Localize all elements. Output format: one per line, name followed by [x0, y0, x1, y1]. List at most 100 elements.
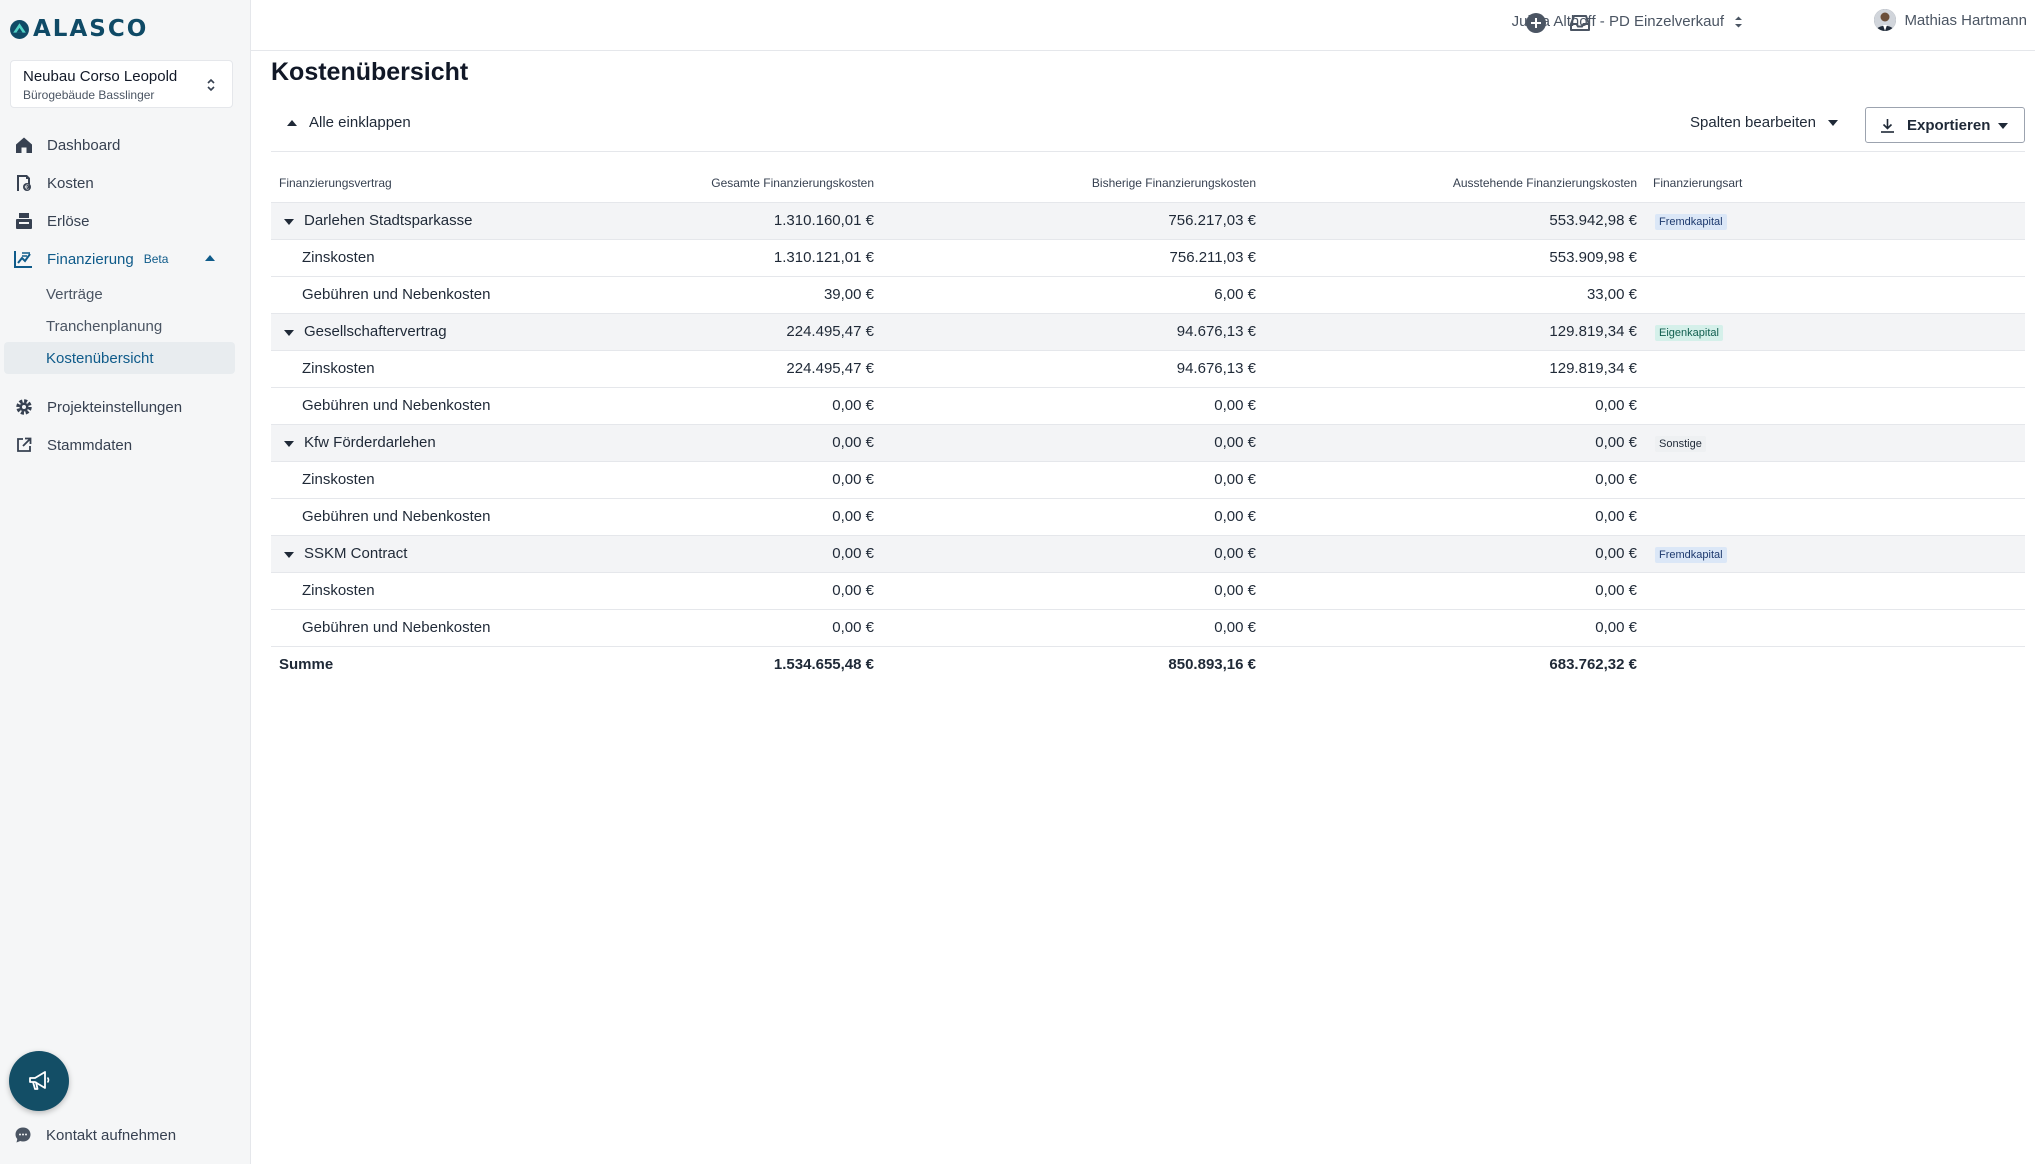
outstanding-cost-cell: 129.819,34 € — [1264, 350, 1645, 388]
column-header-vertrag[interactable]: Finanzierungsvertrag — [271, 165, 613, 203]
group-name-cell[interactable]: Gesellschaftervertrag — [271, 313, 613, 351]
table-row: Zinskosten 0,00 €0,00 €0,00 € — [271, 572, 2025, 610]
outstanding-cost-cell: 0,00 € — [1264, 424, 1645, 462]
main-nav: Dashboard € Kosten Erlöse Finanzierung B… — [0, 126, 251, 464]
megaphone-icon — [29, 1071, 50, 1090]
user-menu[interactable]: Mathias Hartmann — [1874, 9, 2027, 31]
svg-text:€: € — [24, 184, 28, 192]
nav-item-finanzierung[interactable]: Finanzierung Beta — [0, 240, 251, 278]
cost-type-cell: Zinskosten — [271, 350, 613, 388]
total-cost-cell: 1.310.121,01 € — [613, 239, 882, 277]
outstanding-cost-cell: 553.909,98 € — [1264, 239, 1645, 277]
table-group-row[interactable]: Kfw Förderdarlehen 0,00 €0,00 €0,00 € Sons… — [271, 424, 2025, 462]
financing-type-badge: Eigenkapital — [1655, 324, 1723, 341]
edit-columns-button[interactable]: Spalten bearbeiten — [1690, 114, 1838, 131]
caret-down-icon[interactable] — [283, 552, 295, 558]
table-group-row[interactable]: Gesellschaftervertrag 224.495,47 €94.676,… — [271, 313, 2025, 351]
group-name-cell[interactable]: SSKM Contract — [271, 535, 613, 573]
collapse-all-label: Alle einklappen — [309, 114, 411, 131]
nav-item-kosten[interactable]: € Kosten — [0, 164, 251, 202]
nav-item-stammdaten[interactable]: Stammdaten — [0, 426, 251, 464]
table-group-row[interactable]: Darlehen Stadtsparkasse 1.310.160,01 €756… — [271, 202, 2025, 240]
alasco-logo[interactable]: ALASCO — [9, 16, 148, 42]
announcements-button[interactable] — [9, 1051, 69, 1111]
past-cost-cell: 0,00 € — [882, 461, 1264, 499]
total-cost-cell: 0,00 € — [613, 535, 882, 573]
page-title: Kostenübersicht — [271, 58, 469, 86]
gear-icon — [14, 398, 33, 417]
nav-label-kosten: Kosten — [47, 174, 94, 192]
group-name: Gesellschaftervertrag — [304, 323, 447, 340]
cost-type-cell: Zinskosten — [271, 239, 613, 277]
contact-link[interactable]: Kontakt aufnehmen — [14, 1126, 176, 1144]
past-cost-cell: 0,00 € — [882, 498, 1264, 536]
financing-type-cell — [1645, 387, 2025, 425]
download-icon — [1881, 118, 1894, 133]
export-label: Exportieren — [1907, 116, 1991, 134]
project-name: Neubau Corso Leopold — [23, 68, 178, 85]
nav-item-dashboard[interactable]: Dashboard — [0, 126, 251, 164]
nav-label-stammdaten: Stammdaten — [47, 436, 133, 454]
table-row: Gebühren und Nebenkosten 0,00 €0,00 €0,00… — [271, 387, 2025, 425]
alasco-logo-icon — [10, 19, 29, 39]
beta-badge: Beta — [143, 252, 169, 266]
chat-icon — [15, 1127, 31, 1143]
total-cost-cell: 0,00 € — [613, 461, 882, 499]
toolbar-divider — [271, 151, 2025, 152]
sort-updown-icon — [207, 78, 215, 92]
user-name: Mathias Hartmann — [1904, 11, 2027, 29]
outstanding-cost-cell: 129.819,34 € — [1264, 313, 1645, 351]
financing-type-cell: Fremdkapital — [1645, 202, 2025, 240]
sort-updown-icon — [1735, 16, 1742, 27]
nav-item-erloese[interactable]: Erlöse — [0, 202, 251, 240]
cost-type-cell: Zinskosten — [271, 461, 613, 499]
top-bar: Julika Althoff - PD Einzelverkauf — [251, 0, 2035, 51]
cost-document-icon: € — [14, 174, 33, 193]
financing-type-badge: Fremdkapital — [1655, 213, 1727, 230]
column-header-art[interactable]: Finanzierungsart — [1645, 165, 2025, 203]
financing-type-cell — [1645, 350, 2025, 388]
total-cost-cell: 0,00 € — [613, 424, 882, 462]
financing-type-cell — [1645, 461, 2025, 499]
nav-label-finanzierung: Finanzierung — [47, 250, 134, 268]
group-name-cell[interactable]: Kfw Förderdarlehen — [271, 424, 613, 462]
finance-chart-icon — [14, 250, 33, 269]
table-row: Gebühren und Nebenkosten 0,00 €0,00 €0,00… — [271, 609, 2025, 647]
total-cost-cell: 0,00 € — [613, 572, 882, 610]
table-row: Zinskosten 1.310.121,01 €756.211,03 €553.… — [271, 239, 2025, 277]
avatar — [1874, 9, 1897, 31]
outstanding-cost-cell: 0,00 € — [1264, 535, 1645, 573]
sum-total-cell: 1.534.655,48 € — [773, 656, 874, 674]
table-row: Zinskosten 224.495,47 €94.676,13 €129.819… — [271, 350, 2025, 388]
collapse-all-button[interactable]: Alle einklappen — [287, 114, 411, 131]
nav-sub-kostenuebersicht[interactable]: Kostenübersicht — [4, 342, 235, 374]
outstanding-cost-cell: 0,00 € — [1264, 461, 1645, 499]
past-cost-cell: 756.211,03 € — [882, 239, 1264, 277]
table-row: Gebühren und Nebenkosten 39,00 €6,00 €33,… — [271, 276, 2025, 314]
group-name-cell[interactable]: Darlehen Stadtsparkasse — [271, 202, 613, 240]
column-header-bisher[interactable]: Bisherige Finanzierungskosten — [882, 165, 1264, 203]
alasco-logo-text: ALASCO — [33, 16, 149, 42]
past-cost-cell: 0,00 € — [882, 535, 1264, 573]
export-button[interactable]: Exportieren — [1865, 107, 2025, 143]
column-header-gesamt[interactable]: Gesamte Finanzierungskosten — [613, 165, 882, 203]
table-group-row[interactable]: SSKM Contract 0,00 €0,00 €0,00 € Fremdkapi… — [271, 535, 2025, 573]
cost-type-cell: Gebühren und Nebenkosten — [271, 609, 613, 647]
add-circle-icon[interactable] — [1525, 12, 1547, 34]
caret-down-icon[interactable] — [283, 441, 295, 447]
nav-sub-tranchenplanung[interactable]: Tranchenplanung — [4, 310, 235, 342]
caret-up-icon — [205, 255, 215, 261]
edit-columns-label: Spalten bearbeiten — [1690, 114, 1816, 131]
financing-type-cell — [1645, 276, 2025, 314]
nav-item-projekteinstellungen[interactable]: Projekteinstellungen — [0, 388, 251, 426]
caret-down-icon — [1998, 123, 2008, 129]
caret-up-icon — [287, 119, 297, 126]
column-header-ausstehend[interactable]: Ausstehende Finanzierungskosten — [1264, 165, 1645, 203]
caret-down-icon[interactable] — [283, 330, 295, 336]
home-icon — [14, 136, 33, 155]
caret-down-icon[interactable] — [283, 219, 295, 225]
project-selector[interactable]: Neubau Corso Leopold Bürogebäude Basslin… — [10, 60, 233, 108]
inbox-icon[interactable] — [1569, 13, 1591, 33]
nav-sub-vertraege[interactable]: Verträge — [4, 278, 235, 310]
